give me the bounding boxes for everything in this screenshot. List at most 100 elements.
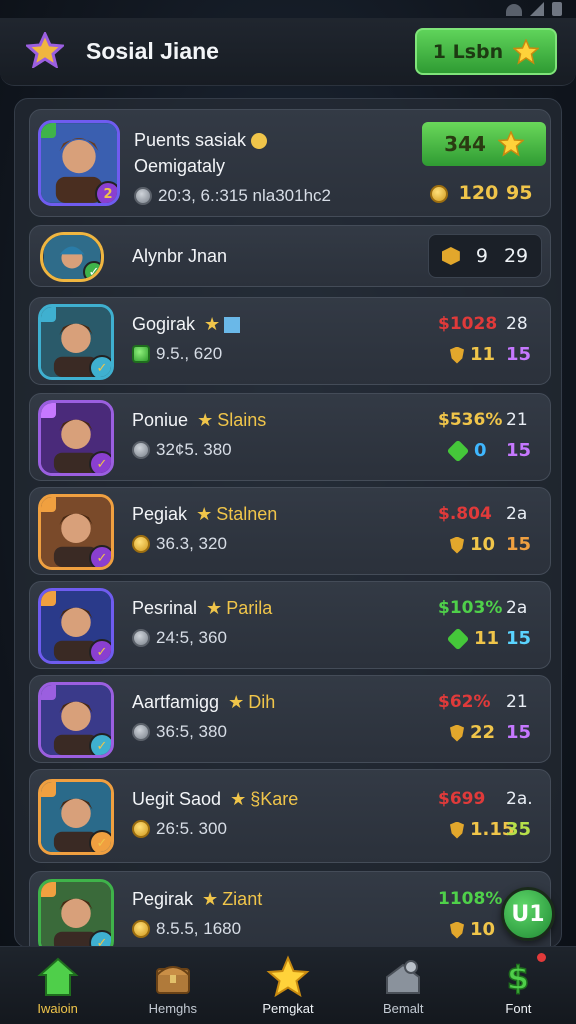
verified-icon: [41, 123, 56, 138]
entry-rank: 28: [506, 314, 528, 334]
nav-shop[interactable]: $ Font: [461, 947, 576, 1024]
entry-stats: 36.3, 320: [132, 534, 227, 554]
nav-chest[interactable]: Hemghs: [115, 947, 230, 1024]
check-icon: ✓: [89, 639, 111, 661]
rank-tag-icon: [41, 307, 56, 322]
battery-icon: [552, 2, 562, 16]
coin-icon: [134, 187, 152, 205]
entry-name: Pesrinal ★ Parila: [132, 598, 273, 618]
avatar: ✓: [38, 494, 114, 570]
star-icon: [266, 955, 310, 998]
signal-icon: [530, 2, 544, 16]
gamepad-icon: [386, 960, 421, 994]
check-icon: ✓: [83, 261, 101, 279]
pinned-value-a: 9: [475, 245, 488, 267]
check-icon: ✓: [89, 355, 111, 377]
coin-icon: [132, 535, 150, 553]
entry-stat-b: 15: [506, 534, 532, 555]
wifi-icon: [506, 4, 522, 16]
entry-stat-a: 0: [446, 439, 487, 463]
entry-name: Aartfamigg ★ Dih: [132, 692, 276, 712]
avatar: ✓: [40, 232, 104, 282]
avatar: ✓: [38, 682, 114, 758]
hex-icon: [441, 247, 460, 265]
entry-stats: 32¢5. 380: [132, 440, 232, 460]
coin-stack-icon: [430, 184, 448, 203]
entry-stat-a: 10: [450, 534, 495, 555]
coin-icon: [132, 723, 150, 741]
entry-percent: $1028: [438, 314, 498, 334]
entry-stat-b: 15: [506, 722, 532, 743]
entry-rank: 2a.: [506, 789, 533, 809]
entry-name: Gogirak ★: [132, 314, 241, 335]
check-icon: ✓: [89, 451, 111, 473]
entry-name: Alynbr Jnan: [132, 246, 228, 266]
list-item[interactable]: ✓ Pesrinal ★ Parila 24:5, 360 $103% 2a 11…: [29, 581, 551, 669]
entry-stat-b: 15: [506, 344, 532, 365]
entry-rank: 2a: [506, 504, 528, 524]
list-item[interactable]: ✓ Pegiak ★ Stalnen 36.3, 320 $.804 2a 10 …: [29, 487, 551, 575]
header-action-button[interactable]: 1 Lsbn: [415, 28, 557, 75]
star-icon: ★: [196, 504, 213, 524]
list-item[interactable]: ✓ Pegirak ★ Ziant 8.5.5, 1680 1108% 10: [29, 871, 551, 947]
app-title: Sosial Jiane: [86, 38, 219, 64]
pinned-entry[interactable]: ✓ Alynbr Jnan 9 29: [29, 225, 551, 287]
list-item[interactable]: ✓ Aartfamigg ★ Dih 36:5, 380 $62% 21 22 1…: [29, 675, 551, 763]
rank-tag-icon: [41, 882, 56, 897]
avatar: ✓: [38, 879, 114, 947]
home-icon: [36, 957, 79, 996]
pinned-value-b: 29: [503, 245, 529, 267]
entry-percent: $699: [438, 789, 486, 809]
entry-stat-a: 11: [450, 344, 495, 365]
entry-name: Uegit Saod ★ §Kare: [132, 789, 299, 809]
entry-name: Pegirak ★ Ziant: [132, 889, 263, 909]
entry-name: Puents sasiak: [134, 130, 268, 151]
entry-coins: 120: [430, 182, 498, 204]
check-icon: ✓: [89, 830, 111, 852]
entry-value-button[interactable]: 344: [422, 122, 546, 166]
entry-name: Pegiak ★ Stalnen: [132, 504, 278, 524]
nav-home[interactable]: Iwaioin: [0, 947, 115, 1024]
floating-action-button[interactable]: U1: [501, 887, 555, 941]
gem-icon: [446, 439, 470, 463]
entry-subtitle: Oemigataly: [134, 156, 226, 176]
entry-stat-a: 10: [450, 919, 495, 940]
entry-stat-a: 1.15: [450, 819, 514, 840]
rank-tag-icon: [41, 685, 56, 700]
entry-percent: $103%: [438, 598, 503, 618]
star-icon: [513, 38, 540, 65]
entry-stat-a: 11: [446, 627, 499, 651]
coin-icon: [132, 441, 150, 459]
star-icon: ★: [202, 889, 219, 909]
svg-text:$: $: [507, 959, 529, 997]
smile-icon: [251, 133, 268, 150]
list-item[interactable]: ✓ Uegit Saod ★ §Kare 26:5. 300 $699 2a. 1…: [29, 769, 551, 863]
star-icon: ★: [230, 789, 247, 809]
list-item[interactable]: ✓ Gogirak ★ 9.5., 620 $1028 28 11 15: [29, 297, 551, 385]
gem-icon: [446, 627, 470, 651]
featured-entry[interactable]: 2 Puents sasiak Oemigataly 20:3, 6.:315 …: [29, 109, 551, 217]
avatar: ✓: [38, 304, 114, 380]
coin-icon: [132, 345, 150, 363]
star-icon: ★: [197, 410, 214, 430]
avatar: ✓: [38, 588, 114, 664]
star-icon: ★: [228, 692, 245, 712]
star-icon: [497, 131, 524, 157]
check-icon: ✓: [89, 545, 111, 567]
entry-stats: 8.5.5, 1680: [132, 919, 241, 939]
entry-rank: 21: [506, 410, 528, 430]
list-item[interactable]: ✓ Poniue ★ Slains 32¢5. 380 $536% 21 0 15: [29, 393, 551, 481]
avatar: ✓: [38, 400, 114, 476]
dollar-icon: $: [507, 958, 531, 998]
nav-ranking[interactable]: Pemgkat: [230, 947, 345, 1024]
nav-games[interactable]: Bemalt: [346, 947, 461, 1024]
app-header: Sosial Jiane 1 Lsbn: [0, 18, 576, 86]
coin-icon: [132, 820, 150, 838]
rank-tag-icon: [41, 497, 56, 512]
bottom-nav: Iwaioin Hemghs Pemgkat Bemalt $ Font: [0, 946, 576, 1024]
notification-dot: [537, 953, 547, 962]
shield-icon: [450, 724, 464, 742]
entry-stat-a: 22: [450, 722, 495, 743]
check-icon: ✓: [89, 733, 111, 755]
shield-icon: [450, 921, 464, 939]
